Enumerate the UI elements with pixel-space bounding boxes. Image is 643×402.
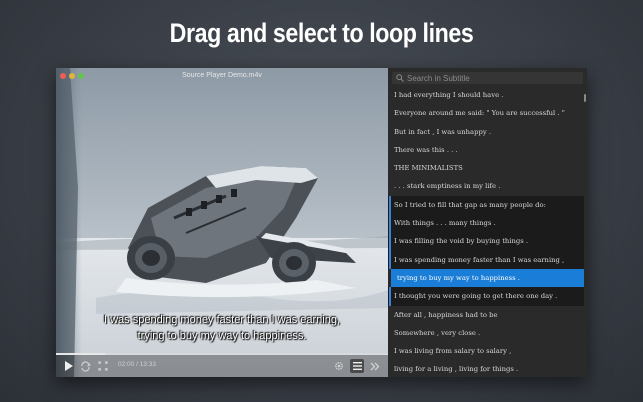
subtitle-line[interactable]: I was spending money faster than I was e… <box>388 250 584 269</box>
window-title: Source Player Demo.m4v <box>182 72 262 79</box>
fullscreen-icon[interactable] <box>96 359 110 373</box>
time-display: 02:00 / 13:33 <box>118 361 156 368</box>
subtitle-line[interactable]: I was filling the void by buying things … <box>388 232 584 251</box>
subtitle-line[interactable]: So I tried to fill that gap as many peop… <box>388 195 584 215</box>
headline: Drag and select to loop lines <box>169 18 474 48</box>
app-window: Source Player Demo.m4v I was spending mo… <box>56 68 587 377</box>
subtitle-line[interactable]: THE MINIMALISTS <box>388 159 584 177</box>
subtitle-line[interactable]: But in fact , I was unhappy . <box>388 123 584 141</box>
player-controls: 02:00 / 13:33 <box>56 355 388 377</box>
subtitle-line[interactable]: I thought you were going to get there on… <box>388 287 584 306</box>
subtitle-list-icon[interactable] <box>350 359 364 373</box>
video-subtitle: I was spending money faster than I was e… <box>56 312 388 344</box>
search-icon <box>396 74 404 82</box>
play-icon[interactable] <box>61 359 75 373</box>
subtitle-line[interactable]: . . . stark emptiness in my life . <box>388 177 584 195</box>
video-player[interactable]: Source Player Demo.m4v I was spending mo… <box>56 68 388 377</box>
gear-icon[interactable] <box>332 359 346 373</box>
subtitle-line[interactable]: With things . . . many things . <box>388 214 584 233</box>
subtitle-line[interactable]: I was living from salary to salary , <box>388 342 584 360</box>
loop-icon[interactable] <box>78 359 92 373</box>
subtitle-line[interactable]: Everyone around me said: " You are succe… <box>388 104 584 122</box>
skip-forward-icon[interactable] <box>368 359 382 373</box>
subtitle-line[interactable]: I had everything I should have . <box>388 86 584 104</box>
subtitle-line[interactable]: living for a living , living for things … <box>388 360 584 377</box>
more-indicator: ⋯ <box>480 369 486 375</box>
subtitle-line-2: trying to buy my way to happiness. <box>137 330 307 342</box>
subtitle-line[interactable]: After all , happiness had to be <box>388 306 584 324</box>
subtitle-search[interactable] <box>392 72 583 84</box>
subtitle-sidebar: I had everything I should have .Everyone… <box>388 68 587 377</box>
subtitle-line-1: I was spending money faster than I was e… <box>103 314 341 326</box>
scrollbar[interactable] <box>584 94 586 102</box>
search-input[interactable] <box>407 73 577 83</box>
subtitle-list: I had everything I should have . Everyone… <box>388 86 584 377</box>
subtitle-line[interactable]: Somewhere , very close . <box>388 324 584 342</box>
subtitle-line[interactable]: There was this . . . <box>388 141 584 159</box>
subtitle-line-active[interactable]: trying to buy my way to happiness . <box>391 268 584 288</box>
